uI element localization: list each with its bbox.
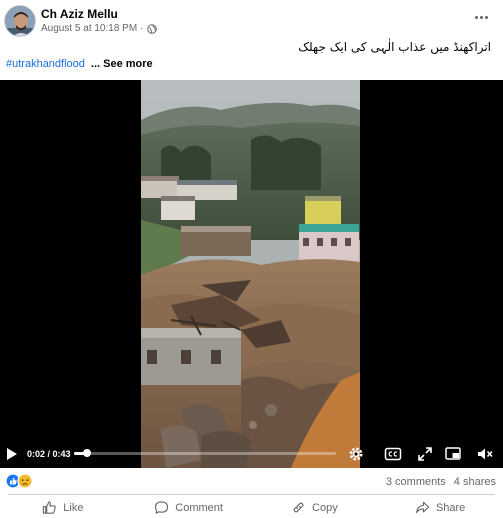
post-meta: August 5 at 10:18 PM · (41, 23, 157, 34)
like-label: Like (63, 501, 84, 514)
post-hashtag-line: #utrakhandflood ... See more (6, 58, 153, 70)
shares-count[interactable]: 4 shares (454, 476, 496, 488)
picture-in-picture-icon[interactable] (444, 445, 462, 463)
video-progress-knob[interactable] (83, 449, 92, 457)
video-player[interactable]: 0:02 / 0:43 (0, 80, 503, 468)
post-timestamp[interactable]: August 5 at 10:18 PM (41, 23, 137, 34)
comment-button[interactable]: Comment (126, 497, 252, 518)
thumbs-up-icon (43, 501, 57, 514)
post-header: Ch Aziz Mellu August 5 at 10:18 PM · (0, 0, 503, 44)
divider (8, 494, 495, 495)
captions-icon[interactable] (384, 445, 402, 463)
volume-muted-icon[interactable] (476, 445, 494, 463)
reaction-icons (5, 473, 33, 489)
video-progress-bar[interactable] (74, 449, 336, 457)
copy-button[interactable]: Copy (252, 497, 378, 518)
video-frame[interactable] (141, 80, 360, 468)
sad-reaction-icon (17, 473, 33, 489)
video-timecode: 0:02 / 0:43 (27, 449, 71, 459)
share-button[interactable]: Share (377, 497, 503, 518)
post-caption: اتراکھنڈ میں عذاب الٰہی کی ایک جھلک (298, 40, 491, 54)
reaction-summary[interactable] (5, 473, 35, 489)
engagement-counts: 3 comments 4 shares (386, 476, 496, 488)
hashtag-link[interactable]: #utrakhandflood (6, 58, 85, 70)
author-name[interactable]: Ch Aziz Mellu (41, 7, 118, 21)
fullscreen-icon[interactable] (416, 445, 434, 463)
comment-label: Comment (175, 501, 223, 514)
more-options-icon[interactable] (471, 9, 491, 25)
link-icon (293, 502, 304, 513)
avatar-photo (5, 6, 35, 36)
meta-separator: · (140, 23, 144, 34)
globe-icon (146, 23, 157, 34)
comment-bubble-icon (155, 501, 169, 514)
copy-label: Copy (312, 501, 338, 514)
share-arrow-icon (416, 501, 430, 514)
share-label: Share (435, 501, 466, 514)
avatar[interactable] (4, 5, 36, 37)
see-more-link[interactable]: ... See more (91, 58, 153, 70)
settings-gear-icon[interactable] (347, 445, 365, 463)
video-controls: 0:02 / 0:43 (0, 440, 503, 468)
like-button[interactable]: Like (0, 497, 126, 518)
play-icon[interactable] (6, 447, 18, 461)
comments-count[interactable]: 3 comments (386, 476, 446, 488)
post-actions: Like Comment Copy Share (0, 497, 503, 518)
